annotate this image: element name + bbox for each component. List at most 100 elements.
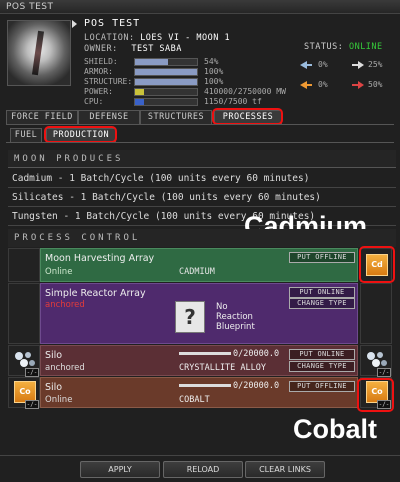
silo2-status: Online	[45, 395, 73, 405]
harvester-name: Moon Harvesting Array	[45, 253, 155, 264]
put-offline-button[interactable]: PUT OFFLINE	[289, 252, 355, 263]
em-resist-icon	[300, 60, 312, 70]
cobalt-annotation: Cobalt	[293, 414, 377, 444]
left-slot-3[interactable]: -/-	[8, 345, 40, 377]
apply-button[interactable]: APPLY	[80, 461, 160, 478]
owner-label: OWNER:	[84, 44, 118, 54]
thermal-resist-value: 25%	[368, 60, 383, 69]
tab-divider	[6, 124, 394, 125]
footer-divider	[0, 455, 400, 456]
explosive-resist-icon	[352, 80, 364, 90]
silo2-capacity-bar	[179, 384, 231, 387]
cpu-fill	[135, 99, 145, 105]
status-line: STATUS: ONLINE	[304, 42, 383, 52]
left-slot-4[interactable]: Co -/-	[8, 377, 40, 409]
right-slot-3[interactable]: -/-	[360, 345, 392, 377]
left-slot-4-tag: -/-	[25, 400, 39, 409]
production-highlight	[44, 126, 117, 143]
location-value[interactable]: LOES VI - MOON 1	[140, 33, 230, 43]
shield-value: 54%	[204, 57, 219, 66]
no-blueprint-line-3: Blueprint	[216, 322, 255, 332]
harvester-product: CADMIUM	[179, 267, 215, 277]
em-resist-value: 0%	[318, 60, 328, 69]
armor-value: 100%	[204, 67, 224, 76]
silo2-put-offline-button[interactable]: PUT OFFLINE	[289, 381, 355, 392]
no-blueprint-line-1: No	[216, 302, 228, 312]
shield-bar	[134, 58, 198, 66]
expand-arrow-icon[interactable]	[72, 20, 77, 28]
shield-fill	[135, 59, 169, 65]
crystallite-alloy-output-icon[interactable]	[365, 349, 389, 369]
location-label: LOCATION:	[84, 33, 135, 43]
kinetic-resist-icon	[300, 80, 312, 90]
silo2-product: COBALT	[179, 395, 210, 405]
process-row-silo-2[interactable]: Silo Online 0/20000.0 COBALT PUT OFFLINE	[40, 377, 358, 408]
cpu-bar	[134, 98, 198, 106]
tab-force-field[interactable]: FORCE FIELD	[6, 110, 78, 125]
process-row-silo-1[interactable]: Silo anchored 0/20000.0 CRYSTALLITE ALLO…	[40, 345, 358, 376]
pos-name: POS TEST	[84, 18, 141, 29]
put-online-button[interactable]: PUT ONLINE	[289, 287, 355, 298]
process-row-harvester[interactable]: Moon Harvesting Array Online CADMIUM PUT…	[40, 248, 358, 282]
silo1-name: Silo	[45, 350, 63, 361]
structure-fill	[135, 79, 197, 85]
power-bar	[134, 88, 198, 96]
structure-bar	[134, 78, 198, 86]
kinetic-resist-value: 0%	[318, 80, 328, 89]
left-slot-3-tag: -/-	[25, 368, 39, 377]
subtab-divider	[6, 142, 394, 143]
silo1-capacity-bar	[179, 352, 231, 355]
reactor-name: Simple Reactor Array	[45, 288, 146, 299]
cobalt-highlight	[357, 378, 394, 412]
armor-fill	[135, 69, 197, 75]
harvester-status: Online	[45, 267, 73, 277]
no-blueprint-text: No Reaction Blueprint	[216, 302, 255, 332]
owner-value[interactable]: TEST SABA	[131, 44, 182, 54]
thermal-resist-icon	[352, 60, 364, 70]
pos-portrait	[7, 20, 71, 86]
reactor-status: anchored	[45, 300, 85, 310]
left-slot-2[interactable]	[8, 283, 40, 344]
silo1-change-type-button[interactable]: CHANGE TYPE	[289, 361, 355, 372]
armor-label: ARMOR:	[84, 67, 113, 76]
window-title: POS TEST	[0, 0, 400, 14]
armor-bar	[134, 68, 198, 76]
cpu-label: CPU:	[84, 97, 104, 106]
reload-button[interactable]: RELOAD	[163, 461, 243, 478]
moon-produces-heading: MOON PRODUCES	[8, 150, 396, 168]
silo2-name: Silo	[45, 382, 63, 393]
silo1-status: anchored	[45, 363, 85, 373]
silo1-put-online-button[interactable]: PUT ONLINE	[289, 349, 355, 360]
silo2-amount: 0/20000.0	[233, 381, 280, 391]
silo1-amount: 0/20000.0	[233, 349, 280, 359]
subtab-fuel[interactable]: FUEL	[10, 128, 42, 143]
cadmium-highlight	[359, 246, 395, 283]
status-value: ONLINE	[348, 42, 383, 52]
change-type-button[interactable]: CHANGE TYPE	[289, 298, 355, 309]
produce-row-silicates: Silicates - 1 Batch/Cycle (100 units eve…	[8, 189, 396, 207]
clear-links-button[interactable]: CLEAR LINKS	[245, 461, 325, 478]
left-slot-1[interactable]	[8, 248, 40, 282]
process-control-heading: PROCESS CONTROL	[8, 229, 396, 247]
status-label: STATUS:	[304, 42, 344, 52]
structure-value: 100%	[204, 77, 224, 86]
structure-label: STRUCTURE:	[84, 77, 133, 86]
location-line: LOCATION: LOES VI - MOON 1	[84, 33, 230, 43]
tab-structures[interactable]: STRUCTURES	[140, 110, 212, 125]
explosive-resist-value: 50%	[368, 80, 383, 89]
processes-highlight	[212, 108, 283, 125]
power-value: 410000/2750000 MW	[204, 87, 286, 96]
power-fill	[135, 89, 145, 95]
crystallite-alloy-icon[interactable]	[13, 349, 37, 369]
owner-line: OWNER: TEST SABA	[84, 44, 182, 54]
no-blueprint-line-2: Reaction	[216, 312, 253, 322]
silo1-product: CRYSTALLITE ALLOY	[179, 363, 266, 373]
right-slot-2[interactable]	[360, 283, 392, 344]
power-label: POWER:	[84, 87, 113, 96]
produce-row-cadmium: Cadmium - 1 Batch/Cycle (100 units every…	[8, 170, 396, 188]
cpu-value: 1150/7500 tf	[204, 97, 262, 106]
tab-defense[interactable]: DEFENSE	[78, 110, 140, 125]
shield-label: SHIELD:	[84, 57, 118, 66]
reaction-blueprint-slot[interactable]: ?	[175, 301, 205, 333]
tower-image	[31, 30, 45, 76]
